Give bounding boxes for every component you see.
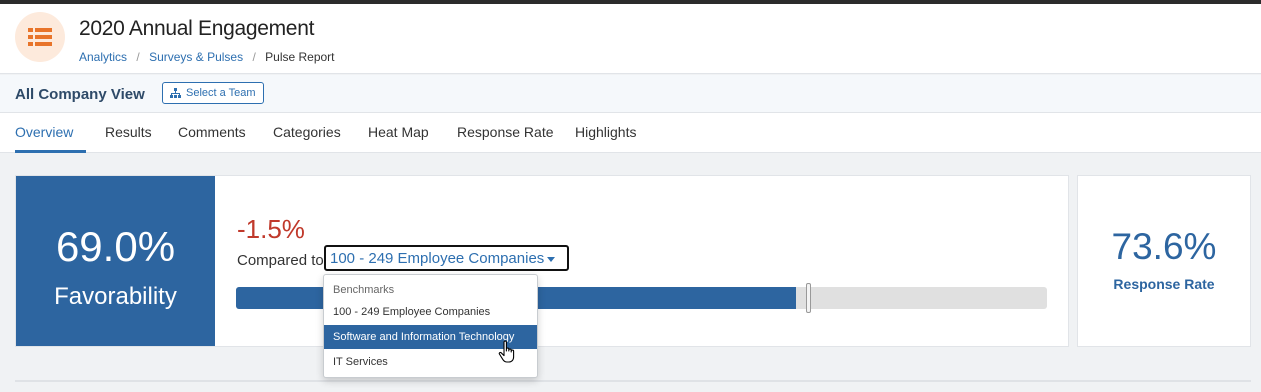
breadcrumb-current: Pulse Report [265,50,335,64]
compared-to-label: Compared to [237,252,324,269]
dropdown-option[interactable]: 100 - 249 Employee Companies [324,300,537,324]
favorability-value: 69.0% [55,223,176,270]
favorability-card: 69.0% Favorability -1.5% Compared to 100… [15,175,1069,347]
page-title: 2020 Annual Engagement [79,17,315,40]
breadcrumb-separator: / [136,50,140,64]
tab-categories[interactable]: Categories [273,113,341,153]
select-team-button[interactable]: Select a Team [162,82,264,104]
tab-heat-map[interactable]: Heat Map [368,113,429,153]
breadcrumb-analytics[interactable]: Analytics [79,50,127,64]
response-rate-value: 73.6% [1111,226,1217,267]
tab-comments[interactable]: Comments [178,113,246,153]
benchmark-select-value: 100 - 249 Employee Companies [330,250,545,267]
breadcrumb: Analytics / Surveys & Pulses / Pulse Rep… [79,50,335,64]
benchmark-delta: -1.5% [237,214,305,244]
breadcrumb-separator: / [252,50,256,64]
breadcrumb-surveys-pulses[interactable]: Surveys & Pulses [149,50,243,64]
view-title: All Company View [15,86,145,103]
response-rate-label[interactable]: Response Rate [1078,276,1250,292]
hand-pointer-icon [498,340,515,363]
tab-overview[interactable]: Overview [15,113,87,153]
favorability-label: Favorability [54,283,177,310]
page-header: 2020 Annual Engagement Analytics / Surve… [0,4,1261,74]
select-team-label: Select a Team [186,87,256,99]
org-chart-icon [170,88,181,98]
tab-results[interactable]: Results [105,113,152,153]
favorability-summary: 69.0% Favorability [16,176,215,346]
dropdown-header: Benchmarks [333,284,395,296]
benchmark-marker [806,283,811,313]
response-rate-card: 73.6% Response Rate [1077,175,1251,347]
view-bar: All Company View Select a Team [0,75,1261,113]
tab-highlights[interactable]: Highlights [575,113,636,153]
list-icon [15,12,65,62]
report-tabs: Overview Results Comments Categories Hea… [0,113,1261,153]
section-divider [15,380,1251,382]
benchmark-select[interactable]: 100 - 249 Employee Companies [324,245,569,271]
caret-down-icon [547,256,556,262]
tab-response-rate[interactable]: Response Rate [457,113,554,153]
